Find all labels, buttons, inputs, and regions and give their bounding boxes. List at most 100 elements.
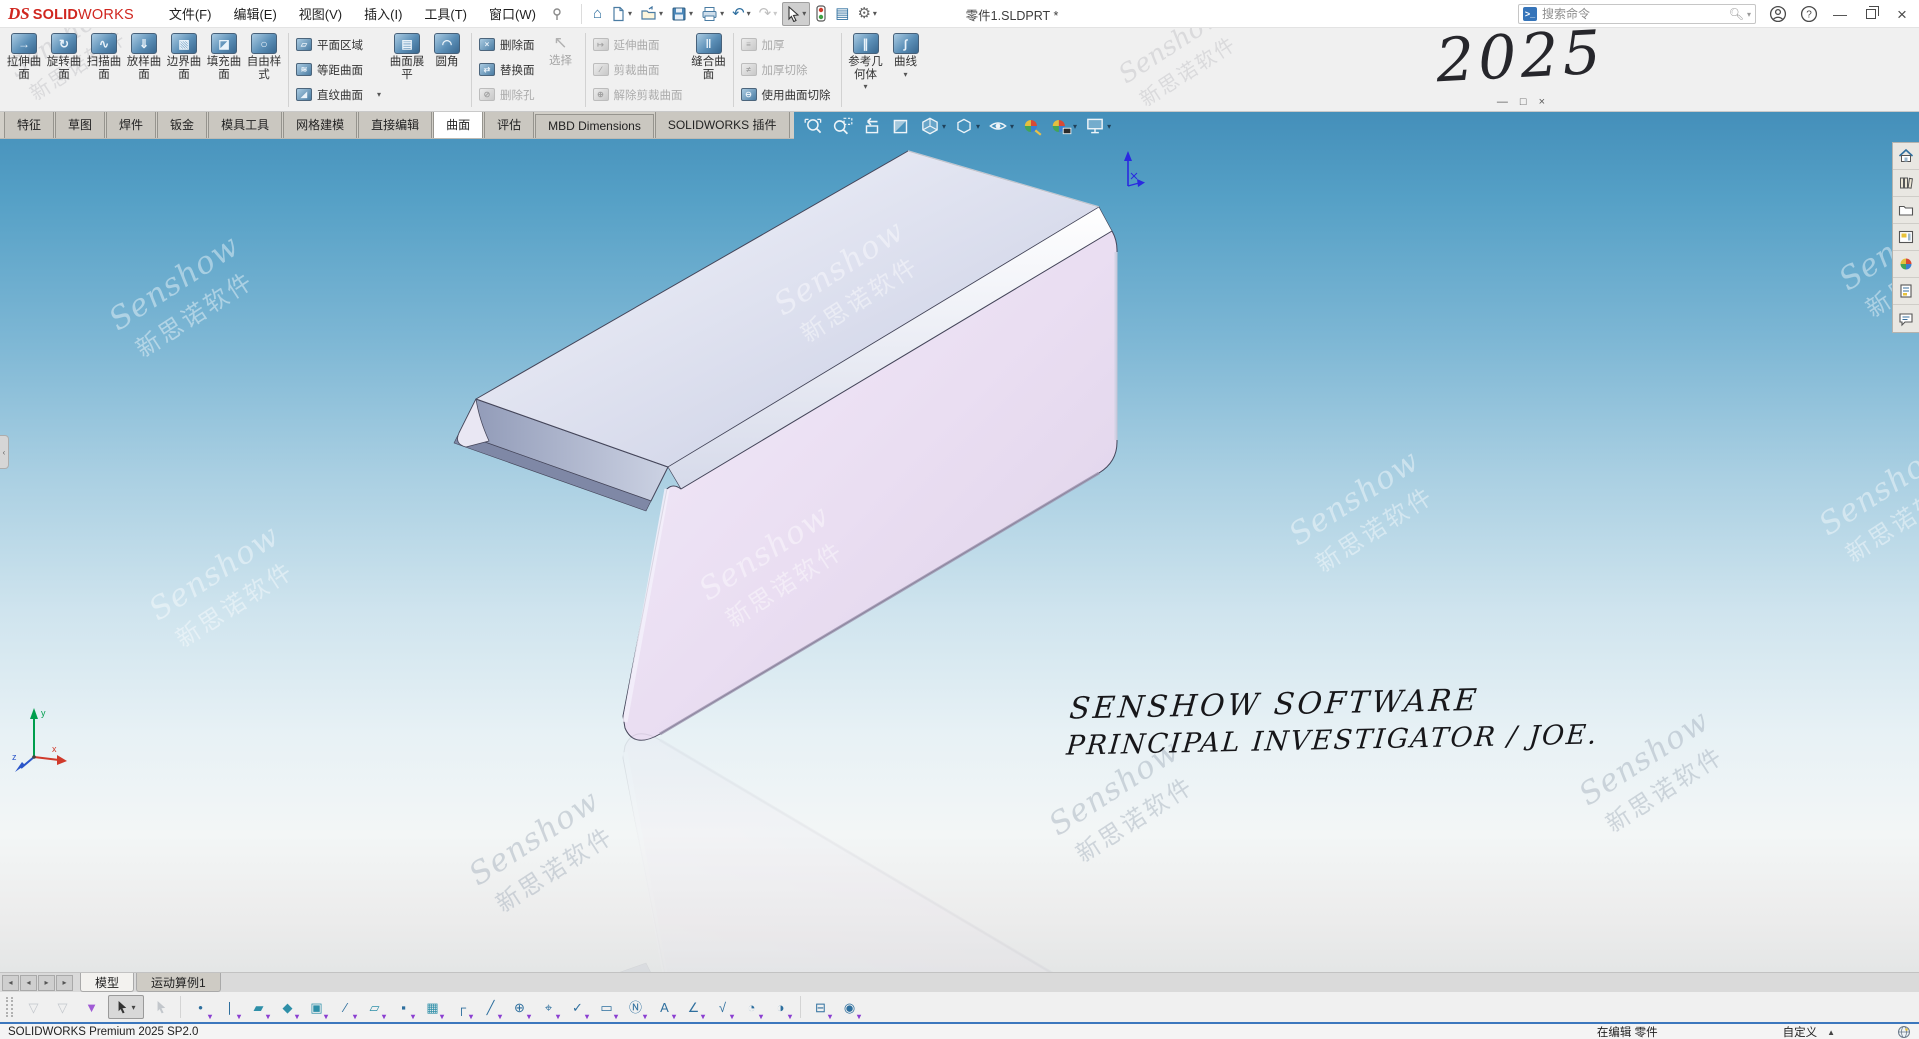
dropdown-caret-icon[interactable]: ▾ [864, 82, 868, 91]
filter-faces-button[interactable]: ▰▾ [244, 994, 273, 1021]
previous-view-button[interactable] [858, 114, 886, 138]
display-style-dropdown[interactable]: ▾ [976, 122, 980, 131]
options-dropdown[interactable]: ▾ [873, 9, 877, 18]
study-nav-first-icon[interactable]: ◂ [2, 975, 19, 991]
delete-face-button[interactable]: ×删除面 [476, 32, 541, 57]
menubar-item-2[interactable]: 编辑(E) [222, 0, 287, 28]
view-orientation-dropdown[interactable]: ▾ [942, 122, 946, 131]
select-dropdown[interactable]: ▾ [802, 9, 806, 18]
search-icon[interactable]: 🔍︎ [1729, 7, 1744, 21]
filter-datum-targets-button[interactable]: ◔▾ [737, 994, 766, 1021]
account-icon[interactable] [1769, 5, 1787, 23]
study-nav-previous-icon[interactable]: ◂ [20, 975, 37, 991]
feature-manager-collapse-tab[interactable]: ‹ [0, 435, 9, 469]
tab-direct-editing[interactable]: 直接编辑 [358, 112, 432, 138]
dropdown-caret-icon[interactable]: ▾ [759, 1012, 763, 1021]
filter-surface-bodies-button[interactable]: ◆▾ [273, 994, 302, 1021]
tab-features[interactable]: 特征 [4, 112, 54, 138]
taskpane-solidworks-forum[interactable] [1893, 305, 1919, 332]
lofted-surface-button[interactable]: ⇓放样曲面 [124, 31, 164, 81]
save-button[interactable]: ▾ [668, 2, 696, 26]
curves-button[interactable]: ∫曲线▾ [886, 31, 926, 79]
toolbar-grip[interactable] [6, 997, 13, 1017]
filter-origins-button[interactable]: ▪▾ [389, 994, 418, 1021]
study-tab-model[interactable]: 模型 [80, 973, 134, 992]
reference-geometry-button[interactable]: ∥参考几何体▾ [846, 31, 886, 91]
view-orientation-button[interactable]: ▾ [916, 114, 949, 138]
filter-datums-button[interactable]: A▾ [650, 994, 679, 1021]
offset-surface-button[interactable]: ≋等距曲面 [293, 57, 387, 82]
filled-surface-button[interactable]: ◪填充曲面 [204, 31, 244, 81]
filter-notes-button[interactable]: Ⓝ▾ [621, 994, 650, 1021]
section-view-button[interactable] [887, 114, 915, 138]
status-globe-icon[interactable] [1897, 1025, 1911, 1039]
filter-routing-points-button[interactable]: ◉▾ [835, 994, 864, 1021]
search-input[interactable] [1542, 7, 1729, 21]
swept-surface-button[interactable]: ∿扫描曲面 [84, 31, 124, 81]
menubar-item-6[interactable]: 窗口(W) [478, 0, 547, 28]
doc-close-icon[interactable]: × [1539, 97, 1545, 108]
restore-button[interactable] [1862, 5, 1880, 23]
filter-dimensions-button[interactable]: ✓▾ [563, 994, 592, 1021]
tab-mold-tools[interactable]: 模具工具 [208, 112, 282, 138]
replace-face-button[interactable]: ⇄替换面 [476, 57, 541, 82]
view-settings-button[interactable]: ▾ [1081, 114, 1114, 138]
dropdown-caret-icon[interactable]: ▾ [353, 1012, 357, 1021]
graphics-viewport[interactable]: y x z 特征草图焊件钣金模具工具网格建模直接编辑曲面评估MBD Dimens… [0, 112, 1919, 972]
view-settings-dropdown[interactable]: ▾ [1107, 122, 1111, 131]
dropdown-caret-icon[interactable]: ▾ [527, 1012, 531, 1021]
tab-surfaces[interactable]: 曲面 [433, 112, 483, 138]
tab-weldments[interactable]: 焊件 [106, 112, 156, 138]
dropdown-caret-icon[interactable]: ▾ [411, 1012, 415, 1021]
dropdown-caret-icon[interactable]: ▾ [377, 90, 381, 99]
filter-midpoints-button[interactable]: ⊕▾ [505, 994, 534, 1021]
file-properties-button[interactable]: ▤ [832, 2, 852, 26]
dropdown-caret-icon[interactable]: ▾ [643, 1012, 647, 1021]
filter-sketches-button[interactable]: ▦▾ [418, 994, 447, 1021]
close-button[interactable]: × [1893, 5, 1911, 23]
search-dropdown[interactable]: ▾ [1747, 10, 1751, 19]
minimize-button[interactable]: — [1831, 5, 1849, 23]
boundary-surface-button[interactable]: ▧边界曲面 [164, 31, 204, 81]
dropdown-caret-icon[interactable]: ▾ [701, 1012, 705, 1021]
tab-solidworks-addins[interactable]: SOLIDWORKS 插件 [655, 112, 790, 138]
apply-scene-dropdown[interactable]: ▾ [1073, 122, 1077, 131]
lasso-select-button[interactable] [146, 994, 175, 1021]
dropdown-caret-icon[interactable]: ▾ [266, 1012, 270, 1021]
new-document-dropdown[interactable]: ▾ [628, 9, 632, 18]
taskpane-appearances[interactable] [1893, 251, 1919, 278]
taskpane-solidworks-resources[interactable] [1893, 143, 1919, 170]
dropdown-caret-icon[interactable]: ▾ [498, 1012, 502, 1021]
status-custom-caret[interactable]: ▲ [1827, 1028, 1835, 1037]
clear-selection-filters-button[interactable]: ▽ [48, 994, 77, 1021]
study-nav-last-icon[interactable]: ▸ [56, 975, 73, 991]
filter-sketch-points-button[interactable]: ┌▾ [447, 994, 476, 1021]
selection-filter-flyout-button[interactable]: ▽ [19, 994, 48, 1021]
revolved-surface-button[interactable]: ↻旋转曲面 [44, 31, 84, 81]
menubar-item-3[interactable]: 视图(V) [288, 0, 353, 28]
select-tool-button[interactable]: ▾ [108, 995, 144, 1019]
filter-center-marks-button[interactable]: ⌖▾ [534, 994, 563, 1021]
open-button[interactable]: ▾ [637, 2, 666, 26]
filter-weld-symbols-button[interactable]: ∠▾ [679, 994, 708, 1021]
freestyle-button[interactable]: ○自由样式 [244, 31, 284, 81]
study-nav-next-icon[interactable]: ▸ [38, 975, 55, 991]
menubar-item-4[interactable]: 插入(I) [353, 0, 413, 28]
filter-planes-button[interactable]: ▱▾ [360, 994, 389, 1021]
taskpane-view-palette[interactable] [1893, 224, 1919, 251]
filter-edges-button[interactable]: ∣▾ [215, 994, 244, 1021]
status-custom[interactable]: 自定义 ▲ [1783, 1024, 1835, 1039]
tab-mesh-modeling[interactable]: 网格建模 [283, 112, 357, 138]
flatten-surface-button[interactable]: ▤曲面展平 [387, 31, 427, 81]
filter-vertices-button[interactable]: •▾ [186, 994, 215, 1021]
undo-button[interactable]: ↶▾ [729, 2, 754, 26]
ruled-surface-button[interactable]: ◢直纹曲面▾ [293, 82, 387, 107]
redo-button[interactable]: ↷▾ [756, 2, 781, 26]
options-button[interactable]: ⚙▾ [854, 2, 879, 26]
menubar-item-1[interactable]: 文件(F) [158, 0, 223, 28]
dropdown-caret-icon[interactable]: ▾ [440, 1012, 444, 1021]
edit-appearance-button[interactable] [1018, 114, 1046, 138]
tab-sketch[interactable]: 草图 [55, 112, 105, 138]
hide-show-items-button[interactable]: ▾ [984, 114, 1017, 138]
zoom-to-area-button[interactable] [829, 114, 857, 138]
